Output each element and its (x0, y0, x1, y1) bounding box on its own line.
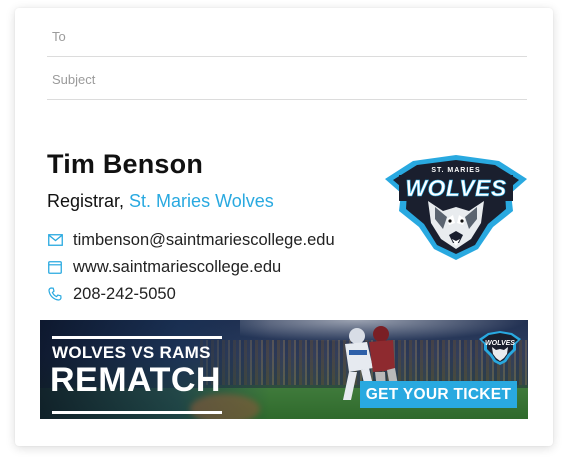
signature-phone-row: 208-242-5050 (47, 284, 176, 304)
logo-main-text: WOLVES (405, 175, 507, 201)
banner-wolves-logo: WOLVES (478, 330, 522, 366)
envelope-icon (47, 232, 63, 248)
to-field[interactable]: To (47, 14, 527, 57)
subject-field[interactable]: Subject (47, 57, 527, 100)
signature-email-link[interactable]: timbenson@saintmariescollege.edu (73, 231, 335, 250)
banner-logo-text: WOLVES (485, 340, 515, 347)
email-compose-card: To Subject Tim Benson Registrar, St. Mar… (15, 8, 553, 446)
browser-window-icon (47, 259, 63, 275)
signature-website-link[interactable]: www.saintmariescollege.edu (73, 258, 281, 277)
banner-headline: WOLVES VS RAMS (52, 343, 211, 362)
banner-rule-top (52, 336, 222, 339)
promo-banner[interactable]: WOLVES VS RAMS REMATCH WOLVES GET YOUR T… (40, 320, 528, 419)
signature-organization-link[interactable]: St. Maries Wolves (129, 191, 274, 211)
get-ticket-button[interactable]: GET YOUR TICKET (360, 381, 517, 408)
signature-role-title: Registrar, (47, 191, 125, 211)
banner-subheadline: REMATCH (50, 361, 221, 399)
banner-rule-bottom (52, 411, 222, 414)
subject-placeholder: Subject (52, 72, 96, 87)
signature-role: Registrar, St. Maries Wolves (47, 191, 274, 212)
signature-website-row: www.saintmariescollege.edu (47, 257, 281, 277)
to-placeholder: To (52, 29, 66, 44)
signature-email-row: timbenson@saintmariescollege.edu (47, 230, 335, 250)
logo-top-text: ST. MARIES (431, 167, 480, 174)
signature-phone-link[interactable]: 208-242-5050 (73, 285, 176, 304)
signature-name: Tim Benson (47, 149, 204, 179)
phone-icon (47, 286, 63, 302)
wolves-logo: ST. MARIES WOLVES (383, 149, 529, 261)
